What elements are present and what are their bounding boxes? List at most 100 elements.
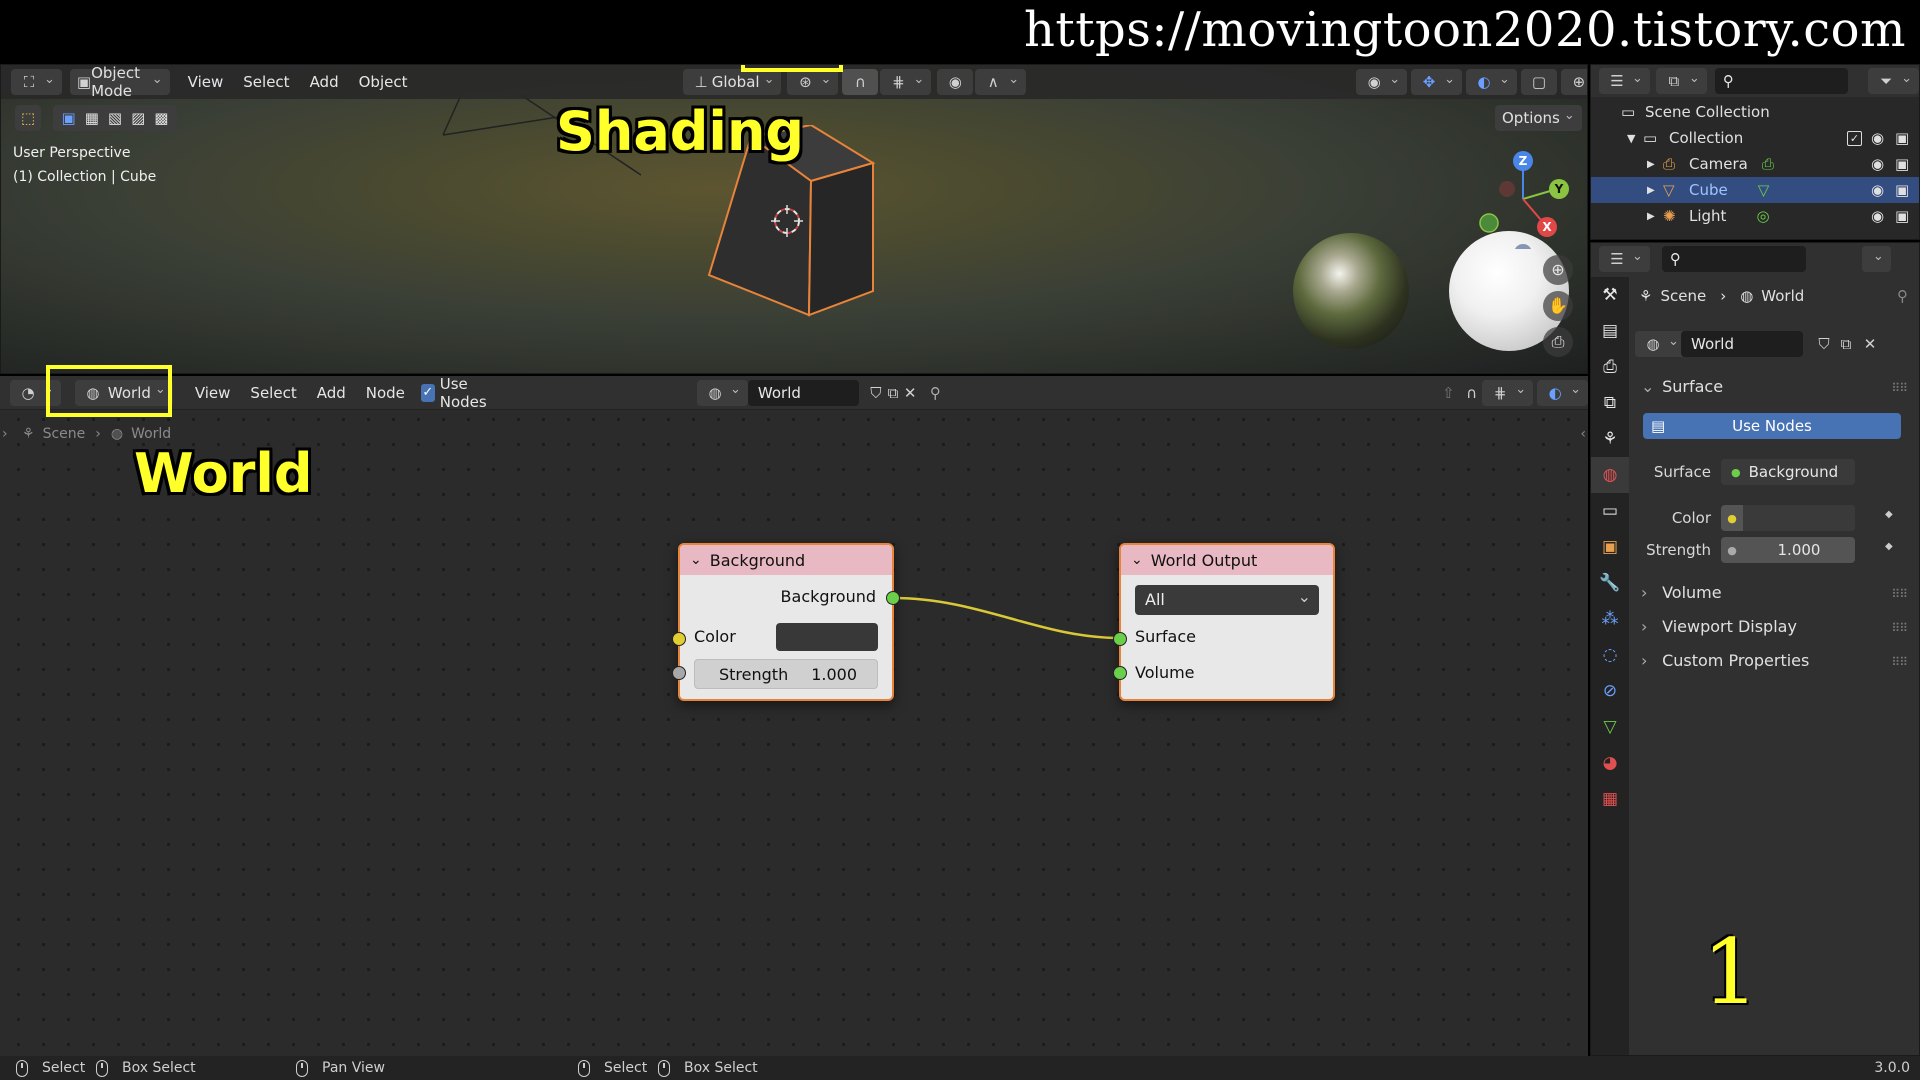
- drag-handle-icon[interactable]: ⠿⠿: [1891, 655, 1908, 669]
- tab-modifier-icon[interactable]: 🔧: [1591, 565, 1629, 601]
- tool-select-icon[interactable]: ⬚: [15, 105, 41, 131]
- tab-collection-icon[interactable]: ▭: [1591, 493, 1629, 529]
- surface-shader-field[interactable]: ● Background: [1721, 459, 1855, 485]
- xray-toggle[interactable]: ▢: [1520, 69, 1557, 95]
- surface-section-header[interactable]: ⌄ Surface: [1641, 377, 1723, 396]
- sidebar-toggle-right-icon[interactable]: ‹: [1580, 426, 1586, 442]
- select-new-icon[interactable]: ▣: [62, 109, 76, 127]
- tab-output-icon[interactable]: ⎙: [1591, 349, 1629, 385]
- custom-properties-section-header[interactable]: › Custom Properties: [1641, 651, 1809, 670]
- background-node-header[interactable]: ⌄ Background: [680, 545, 892, 575]
- snap-toggle[interactable]: ∩: [842, 69, 879, 95]
- render-target-dropdown[interactable]: All ⌄: [1135, 585, 1319, 615]
- editor-type-button[interactable]: ⛶: [11, 69, 62, 95]
- strength-input-field[interactable]: Strength 1.000: [694, 659, 878, 689]
- object-mode-dropdown[interactable]: ▣ Object Mode: [69, 65, 170, 100]
- drag-handle-icon[interactable]: ⠿⠿: [1891, 381, 1908, 395]
- drag-handle-icon[interactable]: ⠿⠿: [1891, 587, 1908, 601]
- tab-world-icon[interactable]: ◍: [1591, 457, 1629, 493]
- outliner-scene-collection[interactable]: ▭ Scene Collection: [1591, 99, 1919, 125]
- expand-down-icon[interactable]: ▼: [1627, 132, 1643, 145]
- surface-input-socket[interactable]: [1113, 632, 1127, 646]
- properties-editor-type-button[interactable]: ☰: [1599, 246, 1650, 272]
- strength-keyframe-icon[interactable]: ◆: [1885, 541, 1893, 552]
- background-output-socket[interactable]: [886, 591, 900, 605]
- transform-orientation-dropdown[interactable]: ⊥ Global: [683, 69, 782, 95]
- camera-eye-icon[interactable]: ◉: [1871, 155, 1884, 173]
- strength-link-dot-icon[interactable]: ●: [1721, 544, 1743, 557]
- outliner-filter-dropdown[interactable]: ⏷: [1868, 68, 1919, 94]
- gizmo-x-axis[interactable]: X: [1537, 217, 1557, 237]
- expand-right-icon[interactable]: ▶: [1647, 211, 1663, 222]
- collection-camera-icon[interactable]: ▣: [1895, 129, 1909, 147]
- properties-use-nodes-button[interactable]: ▤ Use Nodes: [1643, 413, 1901, 439]
- color-prop-field[interactable]: ●: [1721, 505, 1855, 531]
- display-mode-dropdown[interactable]: ⧉: [1655, 68, 1707, 94]
- camera-view-icon[interactable]: ⎙: [1543, 327, 1573, 357]
- viewport-menu-add[interactable]: Add: [300, 73, 349, 91]
- shading-modes[interactable]: ⊕ ● ◑ ◔: [1560, 69, 1587, 95]
- cube-render-icon[interactable]: ▣: [1895, 181, 1909, 199]
- outliner-panel[interactable]: ☰ ⧉ ⚲ ⏷ ▭ Scene Collection ▼ ▭ Collectio…: [1590, 64, 1920, 240]
- properties-world-browse-button[interactable]: ◍: [1635, 331, 1686, 357]
- properties-fake-user-icon[interactable]: ⛉: [1813, 333, 1835, 355]
- expand-right-icon[interactable]: ▶: [1647, 159, 1663, 170]
- tab-tool-icon[interactable]: ⚒: [1591, 277, 1629, 313]
- outliner-editor-type-button[interactable]: ☰: [1599, 68, 1650, 94]
- outliner-item-cube[interactable]: ▶ ▽ Cube ▽ ◉ ▣: [1591, 177, 1919, 203]
- overlay-dropdown[interactable]: ◐: [1466, 69, 1517, 95]
- select-mode-icons[interactable]: ▣ ▦ ▧ ▨ ▩: [53, 105, 177, 131]
- proportional-edit-toggle[interactable]: ◉: [937, 69, 974, 95]
- color-prop-swatch[interactable]: [1743, 505, 1855, 531]
- properties-search-input[interactable]: ⚲: [1661, 246, 1806, 272]
- pivot-point-dropdown[interactable]: ⊛: [787, 69, 839, 95]
- zoom-icon[interactable]: ⊕: [1543, 255, 1573, 285]
- tab-object-icon[interactable]: ▣: [1591, 529, 1629, 565]
- world-output-node[interactable]: ⌄ World Output All ⌄ Surface Volume: [1119, 543, 1335, 701]
- outliner-search-input[interactable]: ⚲: [1714, 68, 1849, 94]
- collection-checkbox-icon[interactable]: ✓: [1847, 130, 1862, 146]
- properties-world-name-field[interactable]: World: [1681, 331, 1803, 357]
- outliner-item-light[interactable]: ▶ ✺ Light ◎ ◉ ▣: [1591, 203, 1919, 229]
- 3d-cursor-icon[interactable]: [771, 205, 803, 237]
- snap-target-dropdown[interactable]: ⋕: [880, 69, 932, 95]
- select-extend-icon[interactable]: ▦: [85, 109, 99, 127]
- select-subtract-icon[interactable]: ▧: [108, 109, 122, 127]
- viewport-menu-object[interactable]: Object: [349, 73, 418, 91]
- strength-prop-field[interactable]: ● 1.000: [1721, 537, 1855, 563]
- gizmo-z-axis[interactable]: Z: [1513, 151, 1533, 171]
- world-output-node-header[interactable]: ⌄ World Output: [1121, 545, 1333, 575]
- navigation-gizmo[interactable]: Z Y X: [1473, 149, 1573, 262]
- color-link-dot-icon[interactable]: ●: [1721, 512, 1743, 525]
- viewport-options-dropdown[interactable]: Options: [1495, 105, 1582, 131]
- outliner-item-camera[interactable]: ▶ ⎙ Camera ⎙ ◉ ▣: [1591, 151, 1919, 177]
- light-eye-icon[interactable]: ◉: [1871, 207, 1884, 225]
- color-input-socket[interactable]: [672, 632, 686, 646]
- world-output-collapse-icon[interactable]: ⌄: [1131, 552, 1143, 568]
- tab-view-layer-icon[interactable]: ⧉: [1591, 385, 1629, 421]
- cube-eye-icon[interactable]: ◉: [1871, 181, 1884, 199]
- volume-input-socket[interactable]: [1113, 666, 1127, 680]
- gizmo-y-axis[interactable]: Y: [1549, 179, 1569, 199]
- viewport-display-section-header[interactable]: › Viewport Display: [1641, 617, 1797, 636]
- tab-particles-icon[interactable]: ⁂: [1591, 601, 1629, 637]
- sidebar-toggle-left-icon[interactable]: ›: [2, 426, 8, 442]
- drag-handle-icon[interactable]: ⠿⠿: [1891, 621, 1908, 635]
- select-invert-icon[interactable]: ▨: [131, 109, 145, 127]
- volume-section-header[interactable]: › Volume: [1641, 583, 1722, 602]
- tab-data-icon[interactable]: ▽: [1591, 709, 1629, 745]
- tab-render-icon[interactable]: ▤: [1591, 313, 1629, 349]
- tab-constraints-icon[interactable]: ⊘: [1591, 673, 1629, 709]
- properties-duplicate-icon[interactable]: ⧉: [1835, 333, 1857, 355]
- expand-right-icon[interactable]: ▶: [1647, 185, 1663, 196]
- proportional-falloff-dropdown[interactable]: ∧: [975, 69, 1027, 95]
- gizmo-dropdown[interactable]: ✥: [1411, 69, 1462, 95]
- tab-texture-icon[interactable]: ▦: [1591, 781, 1629, 817]
- collection-eye-icon[interactable]: ◉: [1871, 129, 1884, 147]
- pan-hand-icon[interactable]: ✋: [1543, 291, 1573, 321]
- tab-scene-icon[interactable]: ⚘: [1591, 421, 1629, 457]
- color-input-swatch[interactable]: [776, 623, 878, 651]
- light-render-icon[interactable]: ▣: [1895, 207, 1909, 225]
- properties-pin-icon[interactable]: ⚲: [1897, 287, 1908, 305]
- strength-input-socket[interactable]: [672, 666, 686, 680]
